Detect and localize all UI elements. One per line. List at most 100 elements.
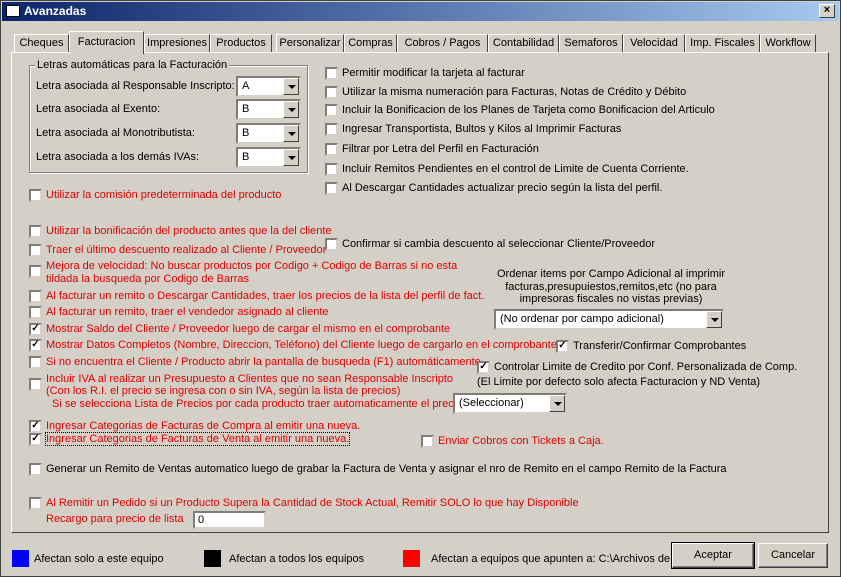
controlar-limite-label-2: (El Limite por defecto solo afecta Factu… xyxy=(477,376,761,388)
advanced-settings-window: Avanzadas × Cheques Facturacion Impresio… xyxy=(0,0,841,577)
transferir-label: Transferir/Confirmar Comprobantes xyxy=(573,340,747,352)
tab-cheques[interactable]: Cheques xyxy=(14,34,69,53)
transportista-label: Ingresar Transportista, Bultos y Kilos a… xyxy=(342,123,622,135)
confirmar-descuento-checkbox[interactable] xyxy=(325,238,338,251)
blue-legend-swatch xyxy=(12,550,29,567)
remitos-pendientes-checkbox[interactable] xyxy=(325,163,338,176)
tab-impresiones[interactable]: Impresiones xyxy=(144,34,210,53)
mejora-velocidad-checkbox[interactable] xyxy=(29,265,42,278)
letter-otros-value: B xyxy=(242,151,250,163)
remitir-pedido-checkbox[interactable] xyxy=(29,497,42,510)
chevron-down-icon[interactable] xyxy=(283,125,299,142)
tab-semaforos[interactable]: Semaforos xyxy=(559,34,623,53)
tab-contabilidad[interactable]: Contabilidad xyxy=(488,34,559,53)
remitos-pendientes-label: Incluir Remitos Pendientes en el control… xyxy=(342,163,689,175)
incluir-iva-label-1: Incluir IVA al realizar un Presupuesto a… xyxy=(46,373,454,385)
bonificacion-planes-label: Incluir la Bonificacion de los Planes de… xyxy=(342,104,715,116)
cat-venta-checkbox[interactable]: ✓ xyxy=(29,433,42,446)
recargo-value: 0 xyxy=(198,514,205,526)
transportista-checkbox[interactable] xyxy=(325,123,338,136)
modificar-tarjeta-label: Permitir modificar la tarjeta al factura… xyxy=(342,67,525,79)
tab-facturacion[interactable]: Facturacion xyxy=(69,31,144,54)
comision-label: Utilizar la comisión predeterminada del … xyxy=(46,189,282,201)
accept-button[interactable]: Aceptar xyxy=(671,542,755,569)
mejora-velocidad-label-2: tildada la busqueda por Codigo de Barras xyxy=(46,273,250,285)
mostrar-saldo-label: Mostrar Saldo del Cliente / Proveedor lu… xyxy=(46,323,451,335)
letter-monotributo-select[interactable]: B xyxy=(236,123,301,144)
busqueda-f1-checkbox[interactable] xyxy=(29,356,42,369)
remito-ventas-label: Generar un Remito de Ventas automatico l… xyxy=(46,463,727,475)
recargo-input[interactable]: 0 xyxy=(193,511,266,529)
recargo-label: Recargo para precio de lista xyxy=(46,513,184,525)
remito-precios-checkbox[interactable] xyxy=(29,290,42,303)
chevron-down-icon[interactable] xyxy=(283,149,299,166)
letter-otros-select[interactable]: B xyxy=(236,147,301,168)
bonificacion-producto-checkbox[interactable] xyxy=(29,225,42,238)
misma-numeracion-checkbox[interactable] xyxy=(325,86,338,99)
bonificacion-planes-checkbox[interactable] xyxy=(325,104,338,117)
letter-exento-select[interactable]: B xyxy=(236,99,301,120)
controlar-limite-label-1: Controlar Limite de Credito por Conf. Pe… xyxy=(494,361,798,373)
filtrar-letra-checkbox[interactable] xyxy=(325,143,338,156)
cat-compra-checkbox[interactable]: ✓ xyxy=(29,420,42,433)
letter-ri-label: Letra asociada al Responsable Inscripto: xyxy=(36,80,235,92)
lista-precios-select[interactable]: (Seleccionar) xyxy=(453,393,567,414)
black-legend-label: Afectan a todos los equipos xyxy=(229,553,365,565)
confirmar-descuento-label: Confirmar si cambia descuento al selecci… xyxy=(342,238,656,250)
tab-personalizar[interactable]: Personalizar xyxy=(276,34,344,53)
filtrar-letra-label: Filtrar por Letra del Perfil en Facturac… xyxy=(342,143,539,155)
window-icon xyxy=(6,5,20,17)
chevron-down-icon[interactable] xyxy=(283,78,299,95)
letters-group-title: Letras automáticas para la Facturación xyxy=(35,59,230,71)
incluir-iva-checkbox[interactable] xyxy=(29,378,42,391)
letter-monotributo-value: B xyxy=(242,127,250,139)
mostrar-saldo-checkbox[interactable]: ✓ xyxy=(29,323,42,336)
lista-precios-label: Si se selecciona Lista de Precios por ca… xyxy=(52,398,463,410)
tab-productos[interactable]: Productos xyxy=(210,34,272,53)
descargar-cantidades-checkbox[interactable] xyxy=(325,182,338,195)
ordenar-select[interactable]: (No ordenar por campo adicional) xyxy=(494,309,724,330)
remito-ventas-checkbox[interactable] xyxy=(29,463,42,476)
letter-ri-select[interactable]: A xyxy=(236,76,301,97)
ordenar-label-2: facturas,presupuiestos,remitos,etc (no p… xyxy=(505,281,717,293)
letter-ri-value: A xyxy=(242,80,250,92)
remitir-pedido-label: Al Remitir un Pedido si un Producto Supe… xyxy=(46,497,579,509)
tab-compras[interactable]: Compras xyxy=(344,34,397,53)
modificar-tarjeta-checkbox[interactable] xyxy=(325,67,338,80)
red-legend-swatch xyxy=(403,550,420,567)
incluir-iva-label-2: (Con los R.I. el precio se ingresa con o… xyxy=(46,385,401,397)
chevron-down-icon[interactable] xyxy=(549,395,565,412)
ultimo-descuento-checkbox[interactable] xyxy=(29,244,42,257)
black-legend-swatch xyxy=(204,550,221,567)
remito-vendedor-checkbox[interactable] xyxy=(29,306,42,319)
tab-imp-fiscales[interactable]: Imp. Fiscales xyxy=(685,34,760,53)
red-legend-label: Afectan a equipos que apunten a: C:\Arch… xyxy=(431,553,680,565)
cobros-tickets-checkbox[interactable] xyxy=(421,435,434,448)
mostrar-datos-checkbox[interactable]: ✓ xyxy=(29,339,42,352)
cat-venta-label: Ingresar Categorias de Facturas de Venta… xyxy=(44,432,351,446)
chevron-down-icon[interactable] xyxy=(706,311,722,328)
descargar-cantidades-label: Al Descargar Cantidades actualizar preci… xyxy=(342,182,663,194)
chevron-down-icon[interactable] xyxy=(283,101,299,118)
close-button[interactable]: × xyxy=(819,4,835,18)
comision-checkbox[interactable] xyxy=(29,189,42,202)
tab-cobros-pagos[interactable]: Cobros / Pagos xyxy=(397,34,488,53)
transferir-checkbox[interactable]: ✓ xyxy=(556,340,569,353)
remito-precios-label: Al facturar un remito o Descargar Cantid… xyxy=(46,290,485,302)
window-title: Avanzadas xyxy=(24,4,87,18)
mejora-velocidad-label-1: Mejora de velocidad: No buscar productos… xyxy=(46,260,458,272)
letter-otros-label: Letra asociada a los demás IVAs: xyxy=(36,151,200,163)
tab-velocidad[interactable]: Velocidad xyxy=(623,34,685,53)
lista-precios-value: (Seleccionar) xyxy=(459,397,524,409)
cancel-button[interactable]: Cancelar xyxy=(758,543,828,568)
mostrar-datos-label: Mostrar Datos Completos (Nombre, Direcci… xyxy=(46,339,557,351)
ordenar-label-3: impresoras fiscales no vistas previas) xyxy=(519,293,703,305)
letter-exento-value: B xyxy=(242,103,250,115)
bonificacion-producto-label: Utilizar la bonificación del producto an… xyxy=(46,225,332,237)
tab-workflow[interactable]: Workflow xyxy=(760,34,816,53)
title-bar: Avanzadas × xyxy=(2,2,839,21)
ultimo-descuento-label: Traer el último descuento realizado al C… xyxy=(46,244,327,256)
controlar-limite-checkbox[interactable]: ✓ xyxy=(477,361,490,374)
ordenar-label-1: Ordenar items por Campo Adicional al imp… xyxy=(496,268,726,280)
misma-numeracion-label: Utilizar la misma numeración para Factur… xyxy=(342,86,687,98)
